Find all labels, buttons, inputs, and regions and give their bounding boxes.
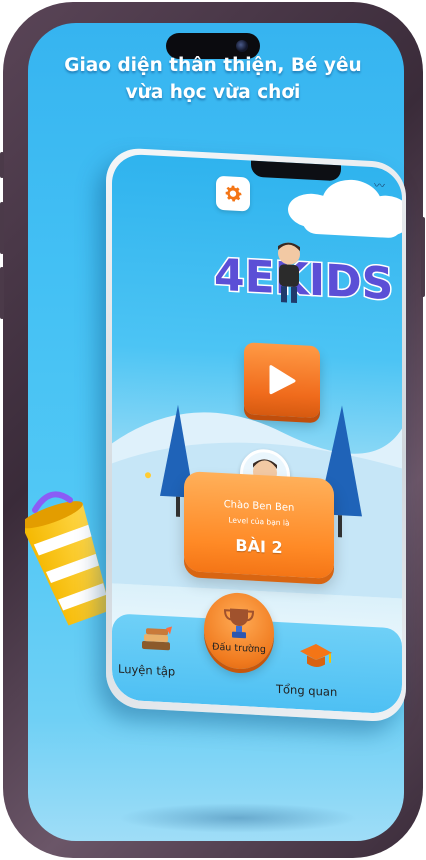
promo-headline: Giao diện thân thiện, Bé yêu vừa học vừa… [40, 52, 386, 106]
mute-switch [0, 152, 4, 178]
inner-phone-frame: 〰 4EKIDS Chào Ben Ben Level của bạn là B… [106, 147, 406, 723]
level-card[interactable]: Chào Ben Ben Level của bạn là BÀI 2 [184, 471, 334, 579]
trophy-icon [224, 608, 254, 639]
mascot-icon [278, 242, 300, 304]
nav-practice-label[interactable]: Luyện tập [118, 662, 175, 679]
volume-up-button [0, 202, 4, 254]
greeting-text: Chào Ben Ben [223, 499, 295, 514]
cloud [302, 205, 402, 239]
app-preview-phone: 〰 4EKIDS Chào Ben Ben Level của bạn là B… [106, 147, 406, 733]
level-value: BÀI 2 [235, 535, 283, 558]
headline-line-1: Giao diện thân thiện, Bé yêu [64, 55, 362, 76]
headline-line-2: vừa học vừa chơi [125, 82, 301, 103]
graduation-cap-icon[interactable] [298, 641, 334, 671]
nav-arena-label: Đấu trường [212, 641, 266, 656]
level-caption: Level của bạn là [228, 515, 290, 528]
app-home-screen: 〰 4EKIDS Chào Ben Ben Level của bạn là B… [112, 153, 402, 715]
floor-shadow [118, 803, 358, 833]
birds-icon: 〰 [374, 179, 385, 193]
camera-icon [236, 40, 248, 52]
volume-down-button [0, 267, 4, 319]
settings-button[interactable] [216, 175, 250, 212]
app-logo: 4EKIDS [213, 248, 395, 311]
books-icon[interactable] [140, 625, 174, 657]
gear-icon [225, 185, 242, 202]
power-button [421, 217, 425, 297]
